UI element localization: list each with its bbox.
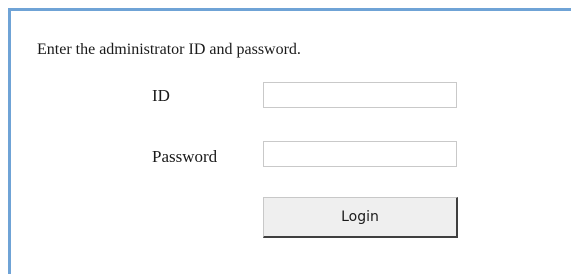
login-panel: Enter the administrator ID and password.… <box>8 8 571 274</box>
instruction-text: Enter the administrator ID and password. <box>37 41 301 58</box>
id-field[interactable] <box>263 82 457 108</box>
id-label: ID <box>152 86 170 105</box>
password-label: Password <box>152 147 218 166</box>
password-field[interactable] <box>263 141 457 167</box>
login-button[interactable]: Login <box>263 197 458 238</box>
